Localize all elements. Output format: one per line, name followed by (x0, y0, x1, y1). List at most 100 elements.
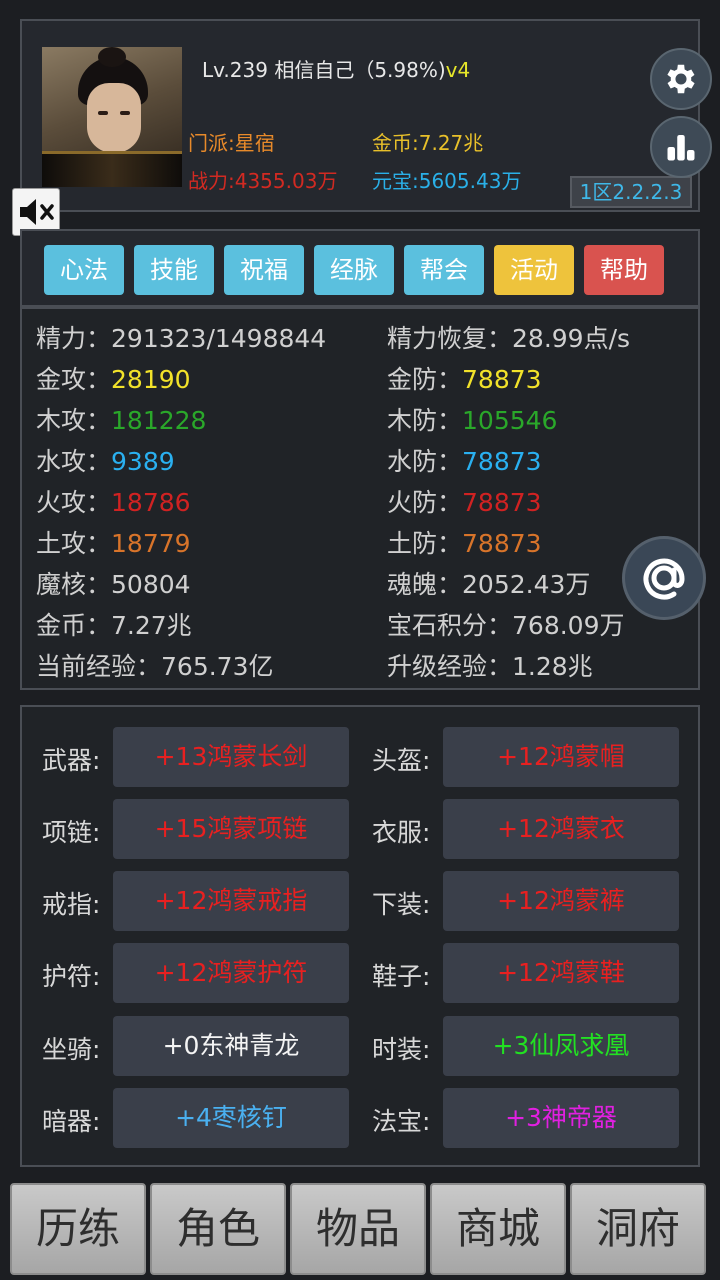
stat-value: 1.28兆 (512, 652, 593, 681)
stat-row-right: 土防：78873 (387, 524, 542, 560)
stat-value: 7.27兆 (111, 611, 192, 640)
level-text: Lv.239 相信自己（5.98%) (202, 58, 446, 82)
equip-slot-label: 时装: (372, 1035, 431, 1064)
stat-label: 精力： (36, 324, 112, 353)
stat-value: 28.99点/s (512, 324, 631, 353)
stat-label: 火防： (387, 488, 463, 517)
stat-label: 金攻： (36, 365, 112, 394)
nav-training[interactable]: 历练 (10, 1183, 146, 1275)
equip-slot-label: 项链: (42, 818, 101, 847)
equip-slot-label: 鞋子: (372, 962, 431, 991)
stat-value: 2052.43万 (462, 570, 591, 599)
stat-label: 金币： (36, 611, 112, 640)
stat-row-right: 魂魄：2052.43万 (387, 565, 590, 601)
equip-slot-label: 坐骑: (42, 1035, 101, 1064)
stat-value: 28190 (111, 365, 191, 394)
speaker-muted-icon (20, 199, 54, 225)
equip-slot-label: 下装: (372, 890, 431, 919)
stat-value: 18786 (111, 488, 191, 517)
power-label: 战力:4355.03万 (188, 169, 338, 193)
stat-value: 78873 (462, 447, 542, 476)
stat-row-left: 金攻：28190 (36, 360, 191, 396)
gear-icon (667, 64, 695, 94)
at-sign-icon (643, 558, 685, 600)
equip-item-button[interactable]: +12鸿蒙戒指 (113, 871, 349, 931)
stat-row-left: 精力：291323/1498844 (36, 319, 326, 355)
stat-label: 魔核： (36, 570, 112, 599)
equip-item-button[interactable]: +12鸿蒙护符 (113, 943, 349, 1003)
nav-shop[interactable]: 商城 (430, 1183, 566, 1275)
function-tab-bar: 心法 技能 祝福 经脉 帮会 活动 帮助 (20, 229, 700, 307)
stat-label: 魂魄： (387, 570, 463, 599)
stat-label: 水攻： (36, 447, 112, 476)
nav-character[interactable]: 角色 (150, 1183, 286, 1275)
stat-row-right: 精力恢复：28.99点/s (387, 319, 630, 355)
equip-item-button[interactable]: +12鸿蒙鞋 (443, 943, 679, 1003)
stat-row-left: 魔核：50804 (36, 565, 191, 601)
bar-chart-icon (667, 135, 695, 161)
stat-row-left: 金币：7.27兆 (36, 606, 192, 642)
tab-guild[interactable]: 帮会 (404, 245, 484, 295)
equip-item-button[interactable]: +13鸿蒙长剑 (113, 727, 349, 787)
ingot-label: 元宝:5605.43万 (372, 169, 522, 193)
equip-slot-label: 暗器: (42, 1107, 101, 1136)
stat-value: 105546 (462, 406, 558, 435)
tab-blessing[interactable]: 祝福 (224, 245, 304, 295)
mention-button[interactable] (622, 536, 706, 620)
stat-row-left: 火攻：18786 (36, 483, 191, 519)
equip-slot-label: 法宝: (372, 1107, 431, 1136)
stat-value: 291323/1498844 (111, 324, 327, 353)
equip-item-button[interactable]: +12鸿蒙衣 (443, 799, 679, 859)
stat-row-right: 火防：78873 (387, 483, 542, 519)
stat-label: 木攻： (36, 406, 112, 435)
stat-row-right: 木防：105546 (387, 401, 557, 437)
tab-help[interactable]: 帮助 (584, 245, 664, 295)
equip-item-button[interactable]: +3神帝器 (443, 1088, 679, 1148)
stat-value: 18779 (111, 529, 191, 558)
stat-label: 宝石积分： (387, 611, 513, 640)
stat-label: 当前经验： (36, 652, 162, 681)
equip-item-button[interactable]: +4枣核钉 (113, 1088, 349, 1148)
character-portrait[interactable] (42, 47, 182, 187)
stat-value: 50804 (111, 570, 191, 599)
stat-label: 升级经验： (387, 652, 513, 681)
equip-slot-label: 武器: (42, 746, 101, 775)
stat-row-left: 当前经验：765.73亿 (36, 647, 274, 683)
stat-label: 精力恢复： (387, 324, 513, 353)
nav-cave[interactable]: 洞府 (570, 1183, 706, 1275)
equip-slot-label: 护符: (42, 962, 101, 991)
level-name-label: Lv.239 相信自己（5.98%)v4 (202, 54, 470, 83)
stat-row-right: 金防：78873 (387, 360, 542, 396)
stat-value: 181228 (111, 406, 207, 435)
tab-events[interactable]: 活动 (494, 245, 574, 295)
stat-label: 金防： (387, 365, 463, 394)
stat-value: 78873 (462, 365, 542, 394)
tab-meridian[interactable]: 经脉 (314, 245, 394, 295)
ranking-button[interactable] (650, 116, 712, 178)
nav-items[interactable]: 物品 (290, 1183, 426, 1275)
profile-panel: Lv.239 相信自己（5.98%)v4 门派:星宿 金币:7.27兆 战力:4… (20, 19, 712, 212)
tab-skills[interactable]: 技能 (134, 245, 214, 295)
server-badge: 1区2.2.2.3 (570, 176, 692, 208)
stat-label: 火攻： (36, 488, 112, 517)
settings-button[interactable] (650, 48, 712, 110)
stat-label: 水防： (387, 447, 463, 476)
stat-row-right: 宝石积分：768.09万 (387, 606, 625, 642)
equip-item-button[interactable]: +12鸿蒙帽 (443, 727, 679, 787)
equip-item-button[interactable]: +15鸿蒙项链 (113, 799, 349, 859)
equip-item-button[interactable]: +3仙凤求凰 (443, 1016, 679, 1076)
stat-label: 木防： (387, 406, 463, 435)
stat-value: 78873 (462, 529, 542, 558)
stat-row-right: 升级经验：1.28兆 (387, 647, 593, 683)
stat-row-left: 水攻：9389 (36, 442, 175, 478)
stat-row-left: 木攻：181228 (36, 401, 206, 437)
tab-xinfa[interactable]: 心法 (44, 245, 124, 295)
stat-value: 768.09万 (512, 611, 625, 640)
equip-slot-label: 戒指: (42, 890, 101, 919)
equip-item-button[interactable]: +12鸿蒙裤 (443, 871, 679, 931)
equip-slot-label: 头盔: (372, 746, 431, 775)
equip-item-button[interactable]: +0东神青龙 (113, 1016, 349, 1076)
version-badge: v4 (445, 58, 471, 82)
stat-row-left: 土攻：18779 (36, 524, 191, 560)
stat-label: 土防： (387, 529, 463, 558)
